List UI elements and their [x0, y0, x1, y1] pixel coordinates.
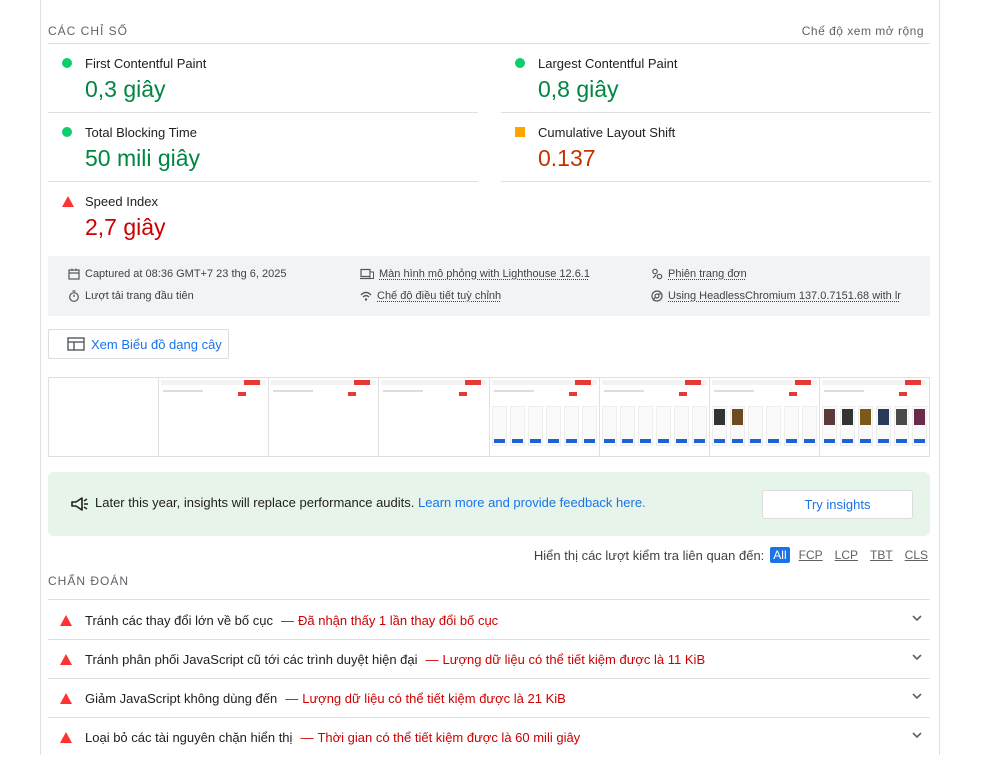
fail-indicator — [60, 692, 72, 704]
filmstrip-frame — [49, 378, 160, 456]
filter-chip-all[interactable]: All — [770, 547, 790, 563]
audit-separator: — — [280, 612, 294, 628]
filmstrip-frame — [819, 378, 929, 456]
audit-row[interactable]: Loại bỏ các tài nguyên chặn hiển thị — T… — [48, 718, 930, 757]
metric-name: Cumulative Layout Shift — [538, 125, 676, 140]
audit-row[interactable]: Giảm JavaScript không dùng đến — Lượng d… — [48, 679, 930, 718]
captured-text: Captured at 08:36 GMT+7 23 thg 6, 2025 — [85, 268, 287, 280]
metric-name: Largest Contentful Paint — [538, 56, 678, 71]
view-treemap-button[interactable]: Xem Biểu đồ dạng cây — [48, 329, 229, 359]
load-info: Lượt tải trang đầu tiên — [68, 290, 194, 302]
metric-cls: Cumulative Layout Shift 0.137 — [501, 113, 931, 182]
megaphone-icon — [71, 497, 88, 511]
treemap-icon — [67, 337, 85, 351]
filmstrip-frame — [269, 378, 380, 456]
average-indicator — [515, 127, 525, 137]
audit-title: Loại bỏ các tài nguyên chặn hiển thị — [85, 730, 293, 745]
filmstrip-frame — [599, 378, 710, 456]
metric-fcp: First Contentful Paint 0,3 giây — [48, 44, 478, 113]
browser-text: Using HeadlessChromium 137.0.7151.68 wit… — [668, 290, 901, 302]
insights-message: Later this year, insights will replace p… — [95, 495, 646, 510]
fail-indicator — [62, 196, 74, 207]
throttling-info[interactable]: Chế độ điều tiết tuỳ chỉnh — [360, 290, 501, 302]
metric-name: Total Blocking Time — [85, 125, 197, 140]
load-text: Lượt tải trang đầu tiên — [85, 290, 194, 302]
metric-value: 0.137 — [538, 145, 596, 171]
filmstrip-frame — [159, 378, 270, 456]
throttling-text: Chế độ điều tiết tuỳ chỉnh — [377, 290, 502, 302]
diagnostics-title-text: CHẨN ĐOÁN — [48, 574, 130, 588]
fail-indicator — [60, 732, 72, 743]
audit-title: Tránh các thay đổi lớn về bố cục — [85, 612, 273, 628]
person-icon — [652, 268, 663, 280]
filter-chip-cls[interactable]: CLS — [902, 547, 931, 563]
audit-detail: Lượng dữ liệu có thể tiết kiệm được là 2… — [302, 690, 566, 706]
metric-value: 50 mili giây — [85, 145, 201, 171]
metric-value: 0,8 giây — [538, 76, 619, 102]
filmstrip-frame — [489, 378, 600, 456]
diagnostics-title: CHẨN ĐOÁN — [48, 574, 930, 600]
wifi-icon — [360, 291, 372, 301]
metric-si: Speed Index 2,7 giây — [48, 182, 478, 251]
audit-title: Tránh phân phối JavaScript cũ tới các tr… — [85, 651, 418, 667]
insights-feedback-link[interactable]: Learn more and provide feedback here. — [418, 495, 646, 510]
metric-lcp: Largest Contentful Paint 0,8 giây — [501, 44, 931, 113]
metric-name: Speed Index — [85, 194, 159, 209]
expanded-view-toggle[interactable]: Chế độ xem mở rộng — [802, 24, 924, 38]
metric-name: First Contentful Paint — [85, 56, 207, 71]
metrics-header: CÁC CHỈ SỐ Chế độ xem mở rộng — [48, 18, 930, 44]
filter-chip-lcp[interactable]: LCP — [832, 547, 861, 563]
session-info[interactable]: Phiên trang đơn — [651, 268, 747, 280]
filter-label: Hiển thị các lượt kiểm tra liên quan đến… — [533, 547, 765, 563]
fail-indicator — [60, 653, 72, 665]
audit-title: Giảm JavaScript không dùng đến — [85, 690, 278, 706]
browser-info[interactable]: Using HeadlessChromium 137.0.7151.68 wit… — [651, 290, 901, 302]
captured-info: Captured at 08:36 GMT+7 23 thg 6, 2025 — [68, 268, 287, 280]
session-text: Phiên trang đơn — [668, 268, 747, 280]
audit-separator: — — [300, 730, 314, 745]
chevron-down-icon[interactable] — [912, 654, 922, 661]
filter-chip-fcp[interactable]: FCP — [796, 547, 826, 563]
filmstrip — [48, 377, 930, 457]
audit-detail: Lượng dữ liệu có thể tiết kiệm được là 1… — [442, 651, 706, 667]
filmstrip-frame — [709, 378, 820, 456]
filter-chip-tbt[interactable]: TBT — [867, 547, 896, 563]
filmstrip-frame — [379, 378, 490, 456]
device-info[interactable]: Màn hình mô phỏng with Lighthouse 12.6.1 — [360, 268, 590, 280]
timer-icon — [69, 290, 79, 302]
fail-indicator — [60, 614, 72, 626]
metric-value: 2,7 giây — [85, 214, 166, 240]
metric-value: 0,3 giây — [85, 76, 166, 102]
metric-tbt: Total Blocking Time 50 mili giây — [48, 113, 478, 182]
audit-separator: — — [285, 690, 299, 706]
audit-separator: — — [425, 651, 439, 667]
device-text: Màn hình mô phỏng with Lighthouse 12.6.1 — [379, 268, 590, 280]
chevron-down-icon[interactable] — [912, 615, 922, 622]
audit-row[interactable]: Tránh các thay đổi lớn về bố cục — Đã nh… — [48, 601, 930, 640]
try-insights-button[interactable]: Try insights — [762, 490, 913, 519]
pass-indicator — [62, 127, 72, 137]
run-info: Captured at 08:36 GMT+7 23 thg 6, 2025 L… — [48, 256, 930, 316]
pass-indicator — [62, 58, 72, 68]
device-icon — [360, 268, 374, 280]
audit-row[interactable]: Tránh phân phối JavaScript cũ tới các tr… — [48, 640, 930, 679]
insights-text: Later this year, insights will replace p… — [95, 495, 415, 510]
audit-detail: Đã nhận thấy 1 lần thay đổi bố cục — [297, 612, 499, 628]
calendar-icon — [68, 268, 80, 280]
audit-detail: Thời gian có thể tiết kiệm được là 60 mi… — [317, 730, 581, 745]
pass-indicator — [515, 58, 525, 68]
chevron-down-icon[interactable] — [912, 732, 922, 739]
metrics-title: CÁC CHỈ SỐ — [48, 23, 129, 38]
treemap-button-label: Xem Biểu đồ dạng cây — [91, 336, 222, 352]
insights-banner: Later this year, insights will replace p… — [48, 472, 930, 536]
audit-filter: Hiển thị các lượt kiểm tra liên quan đến… — [534, 546, 931, 564]
chrome-icon — [651, 290, 663, 302]
chevron-down-icon[interactable] — [912, 693, 922, 700]
